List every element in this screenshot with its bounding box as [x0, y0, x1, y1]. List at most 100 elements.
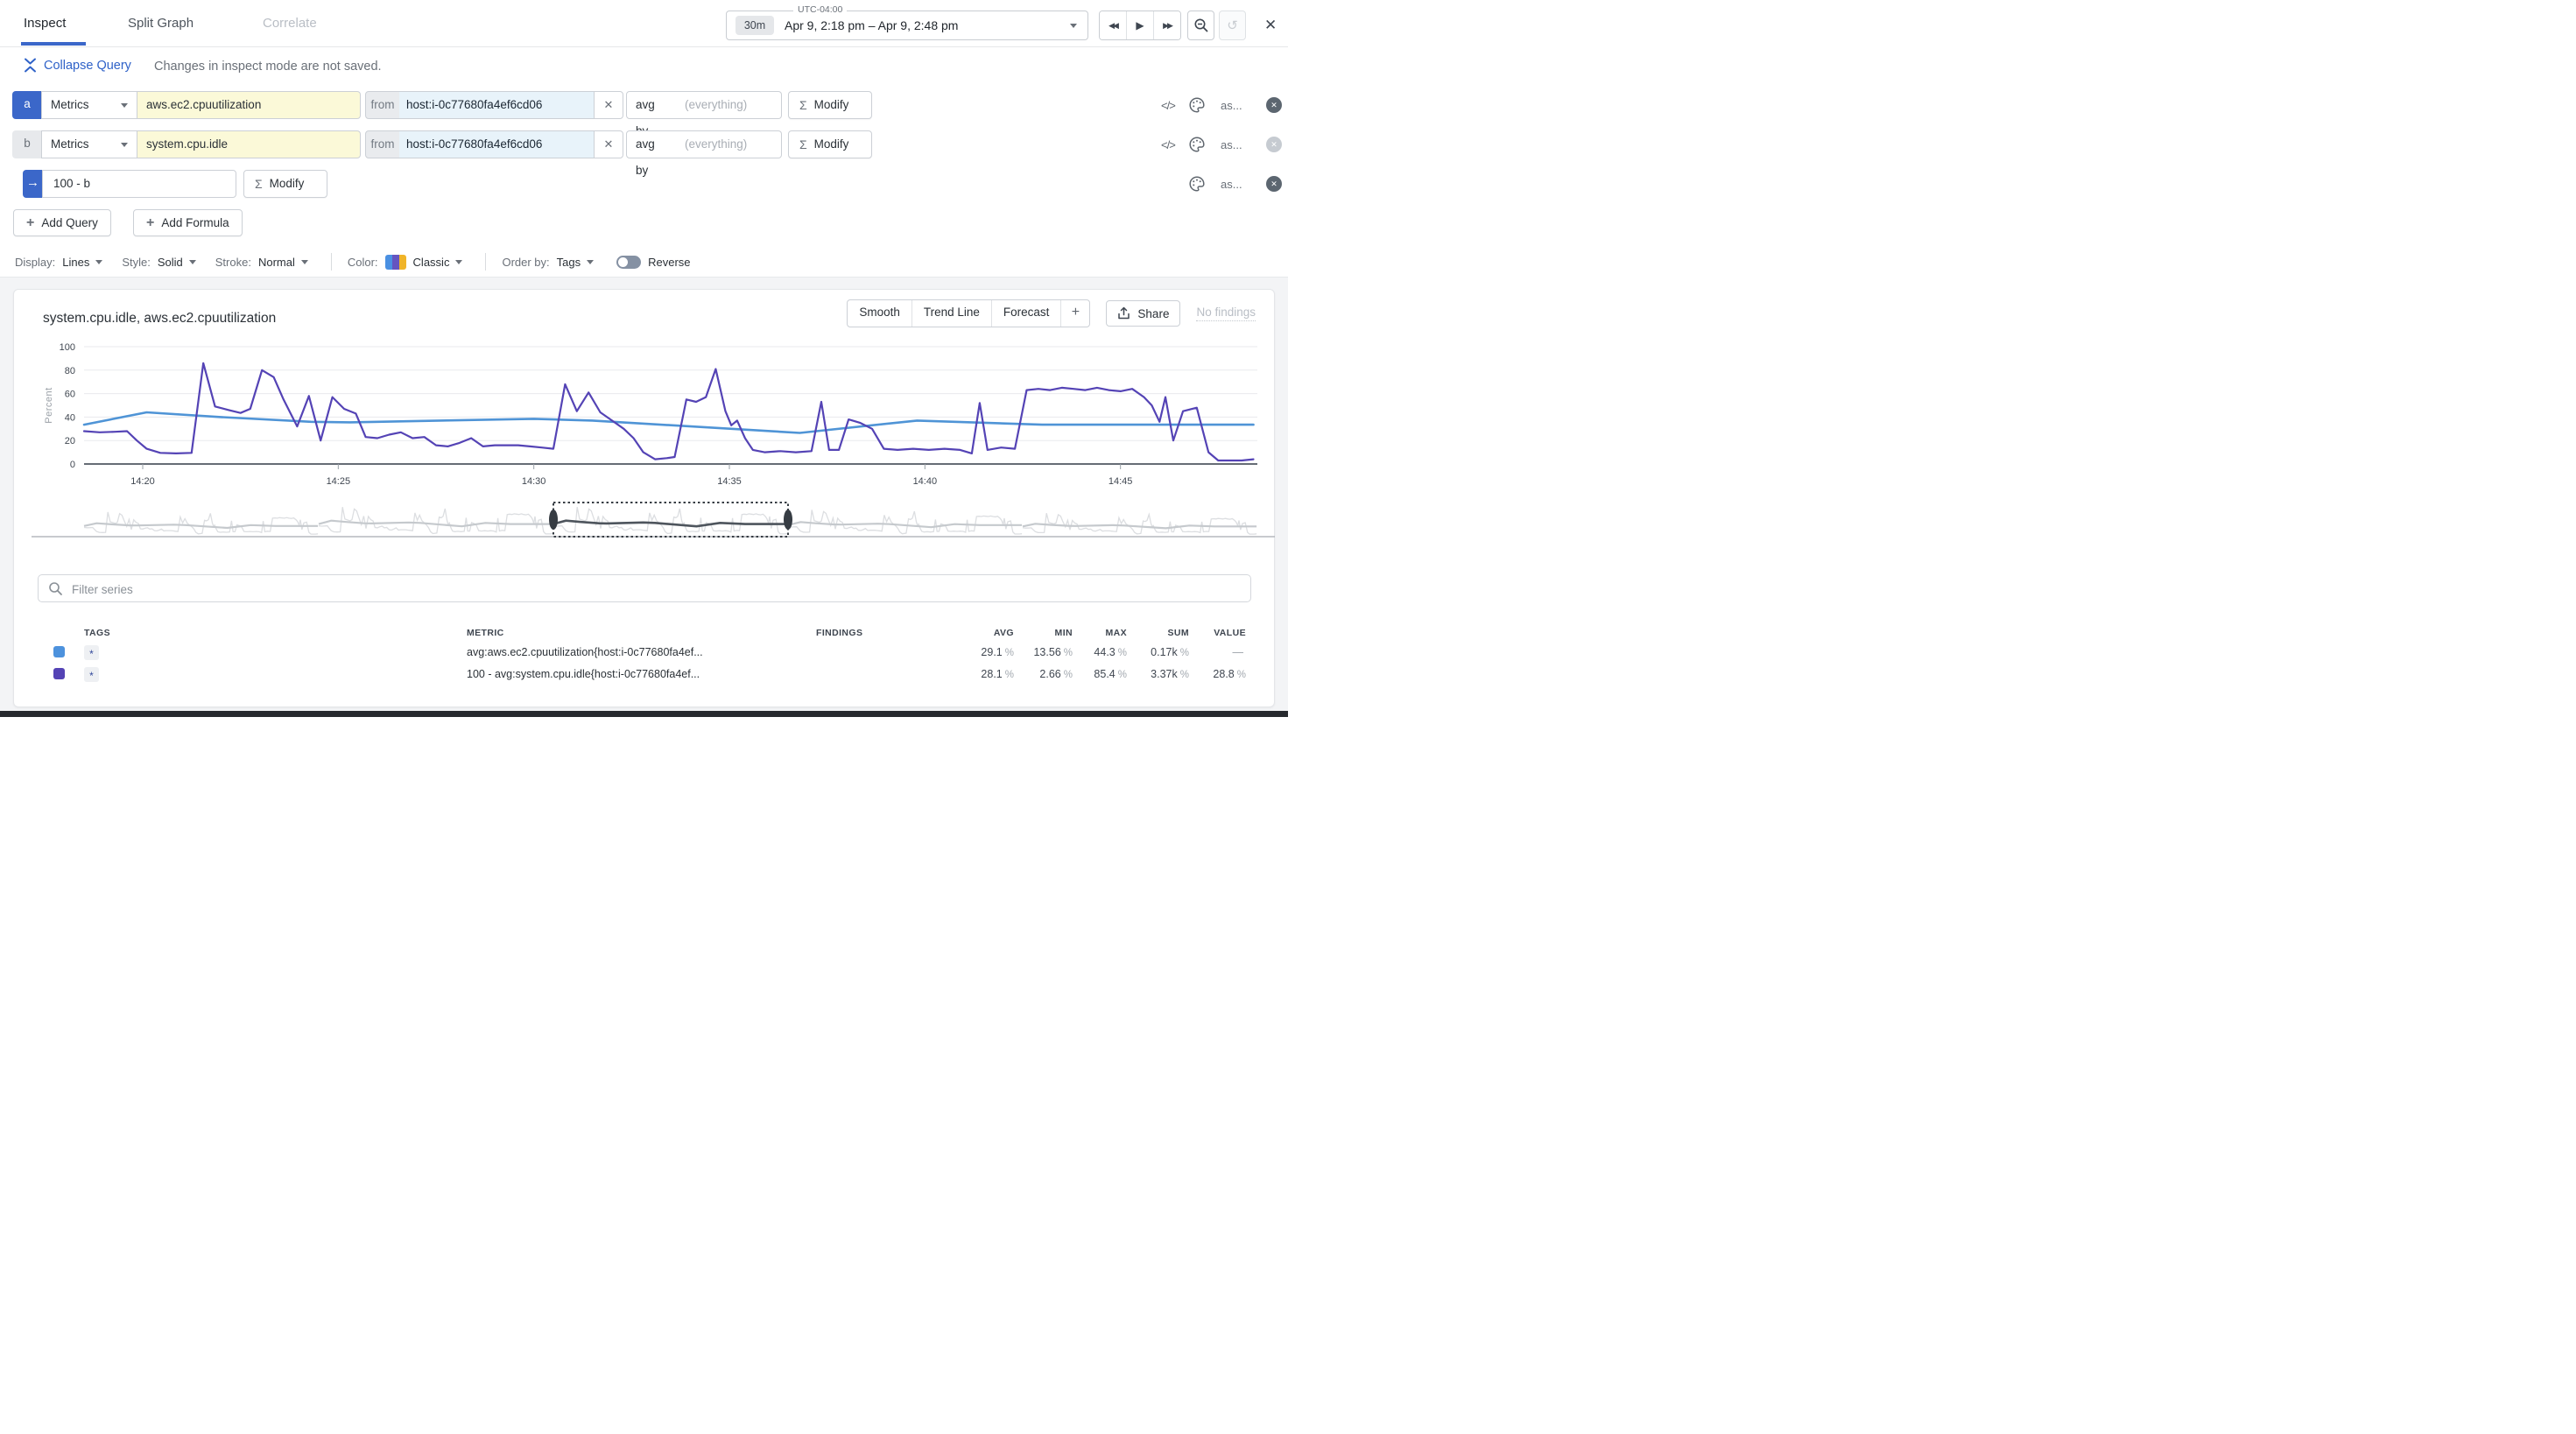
- alias-as-button[interactable]: as...: [1221, 138, 1242, 151]
- color-palette-select[interactable]: Classic: [413, 256, 463, 269]
- analysis-button-group: Smooth Trend Line Forecast +: [847, 299, 1090, 327]
- display-type-select[interactable]: Lines: [62, 256, 102, 269]
- add-formula-label: Add Formula: [161, 216, 229, 229]
- plus-icon: +: [26, 215, 34, 231]
- time-range-text: Apr 9, 2:18 pm – Apr 9, 2:48 pm: [785, 11, 958, 39]
- palette-icon[interactable]: [1188, 175, 1206, 193]
- col-max: MAX: [1105, 626, 1127, 640]
- style-value: Solid: [158, 256, 183, 269]
- stat-sum: 0.17k%: [1151, 642, 1189, 664]
- delete-query-button[interactable]: ✕: [1266, 137, 1282, 152]
- inspect-panel: Inspect Split Graph Correlate UTC-04:00 …: [0, 0, 1288, 717]
- chevron-down-icon: [455, 260, 462, 264]
- zoom-out-button[interactable]: [1187, 11, 1214, 40]
- close-icon: ✕: [1270, 140, 1277, 150]
- tab-split-graph[interactable]: Split Graph: [128, 0, 194, 46]
- delete-formula-button[interactable]: ✕: [1266, 176, 1282, 192]
- reset-zoom-button[interactable]: ↺: [1219, 11, 1246, 40]
- palette-icon-svg: [1188, 136, 1206, 153]
- alias-as-button[interactable]: as...: [1221, 99, 1242, 112]
- tag-chip[interactable]: *: [84, 645, 99, 660]
- window-bottom-edge: [0, 711, 1288, 717]
- display-options-bar: Display: Lines Style: Solid Stroke: Norm…: [15, 249, 691, 275]
- stat-avg: 29.1%: [981, 642, 1014, 664]
- code-view-icon[interactable]: </>: [1161, 99, 1175, 112]
- time-play-button[interactable]: ▶: [1127, 11, 1154, 39]
- palette-icon-svg: [1188, 96, 1206, 114]
- toggle-knob: [618, 257, 628, 267]
- table-row: * 100 - avg:system.cpu.idle{host:i-0c776…: [14, 664, 1274, 685]
- active-tab-indicator: [21, 42, 86, 46]
- col-min: MIN: [1055, 626, 1073, 640]
- stat-sum: 3.37k%: [1151, 664, 1189, 685]
- share-button[interactable]: Share: [1106, 300, 1180, 327]
- delete-query-button[interactable]: ✕: [1266, 97, 1282, 113]
- minimap-brush[interactable]: [18, 496, 1276, 546]
- plus-icon: +: [1072, 305, 1080, 320]
- svg-text:40: 40: [65, 412, 75, 423]
- alias-as-button[interactable]: as...: [1221, 178, 1242, 191]
- share-icon: [1117, 306, 1130, 320]
- no-findings-link[interactable]: No findings: [1196, 306, 1256, 321]
- metric-expression: 100 - avg:system.cpu.idle{host:i-0c77680…: [467, 664, 700, 685]
- palette-icon[interactable]: [1188, 96, 1206, 114]
- tab-inspect[interactable]: Inspect: [24, 0, 66, 46]
- filter-series-input[interactable]: [70, 575, 1238, 603]
- time-range-picker[interactable]: UTC-04:00 30m Apr 9, 2:18 pm – Apr 9, 2:…: [726, 11, 1088, 40]
- collapse-icon: [24, 58, 37, 73]
- forecast-button[interactable]: Forecast: [992, 300, 1062, 327]
- timeseries-chart[interactable]: 02040608010014:2014:2514:3014:3514:4014:…: [18, 338, 1276, 496]
- palette-icon-svg: [1188, 175, 1206, 193]
- svg-text:100: 100: [60, 342, 75, 353]
- tab-correlate[interactable]: Correlate: [263, 0, 317, 46]
- metric-expression: avg:aws.ec2.cpuutilization{host:i-0c7768…: [467, 642, 703, 663]
- collapse-query-link[interactable]: Collapse Query: [24, 58, 131, 73]
- stroke-value: Normal: [258, 256, 295, 269]
- fast-forward-icon: ▶▶: [1163, 21, 1172, 31]
- query-row-actions: </> as... ✕: [0, 91, 1288, 119]
- svg-text:14:40: 14:40: [913, 476, 938, 487]
- order-by-select[interactable]: Tags: [557, 256, 594, 269]
- trend-line-button[interactable]: Trend Line: [912, 300, 992, 327]
- rewind-icon: ◀◀: [1109, 21, 1117, 31]
- palette-icon[interactable]: [1188, 136, 1206, 153]
- svg-text:20: 20: [65, 436, 75, 446]
- tab-bar: Inspect Split Graph Correlate UTC-04:00 …: [0, 0, 1288, 47]
- display-label: Display:: [15, 256, 55, 269]
- series-table-header: TAGS METRIC FINDINGS AVG MIN MAX SUM VAL…: [14, 626, 1274, 640]
- filter-series-box: [38, 574, 1251, 602]
- display-type-value: Lines: [62, 256, 89, 269]
- stat-value: —: [1233, 642, 1247, 664]
- time-back-button[interactable]: ◀◀: [1100, 11, 1127, 39]
- time-forward-button[interactable]: ▶▶: [1154, 11, 1180, 39]
- col-findings: FINDINGS: [816, 626, 862, 640]
- code-view-icon[interactable]: </>: [1161, 138, 1175, 151]
- svg-text:14:20: 14:20: [130, 476, 155, 487]
- add-analysis-button[interactable]: +: [1061, 300, 1089, 327]
- add-formula-button[interactable]: + Add Formula: [133, 209, 243, 236]
- stat-min: 13.56%: [1033, 642, 1073, 664]
- col-avg: AVG: [994, 626, 1014, 640]
- formula-row-actions: as... ✕: [0, 170, 1288, 198]
- series-color-swatch[interactable]: [53, 646, 65, 657]
- close-panel-button[interactable]: ✕: [1264, 16, 1277, 35]
- chevron-down-icon: [1070, 24, 1077, 28]
- collapse-query-label: Collapse Query: [44, 59, 131, 73]
- tag-chip[interactable]: *: [84, 667, 99, 682]
- reverse-toggle[interactable]: [616, 256, 641, 269]
- query-row-a: a Metrics aws.ec2.cpuutilization from ho…: [0, 91, 1288, 119]
- series-color-swatch[interactable]: [53, 668, 65, 679]
- smooth-button[interactable]: Smooth: [848, 300, 912, 327]
- chevron-down-icon: [95, 260, 102, 264]
- search-icon: [48, 581, 63, 596]
- time-preset-badge: 30m: [735, 16, 774, 35]
- svg-text:60: 60: [65, 390, 75, 400]
- add-query-label: Add Query: [41, 216, 98, 229]
- add-query-button[interactable]: + Add Query: [13, 209, 111, 236]
- undo-icon: ↺: [1227, 18, 1238, 33]
- color-value: Classic: [413, 256, 450, 269]
- style-label: Style:: [122, 256, 151, 269]
- svg-text:80: 80: [65, 366, 75, 376]
- stroke-select[interactable]: Normal: [258, 256, 308, 269]
- style-select[interactable]: Solid: [158, 256, 196, 269]
